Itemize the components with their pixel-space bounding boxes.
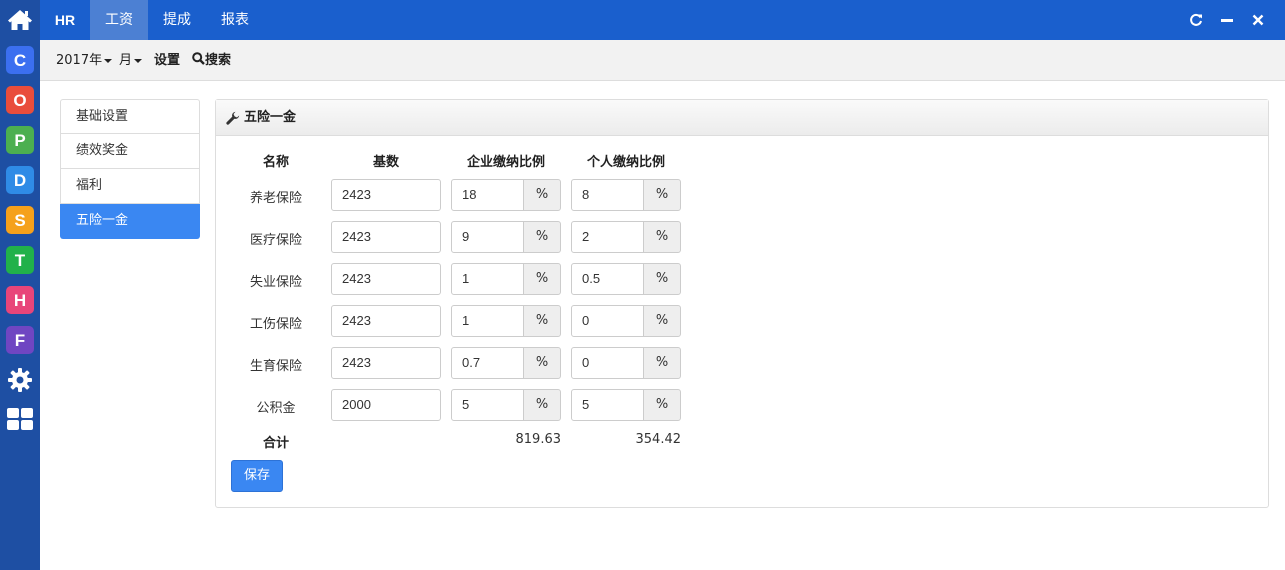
sidemenu-item-basic-settings[interactable]: 基础设置: [60, 99, 200, 134]
app-tile-h[interactable]: H: [6, 286, 34, 314]
base-input[interactable]: 2423: [331, 179, 441, 211]
total-label: 合计: [262, 436, 289, 451]
search-button[interactable]: 搜索: [192, 52, 231, 70]
personal-rate-input-group: 8%: [571, 179, 681, 211]
personal-rate-input[interactable]: 8: [571, 179, 644, 211]
company-rate-input-group: 1%: [451, 305, 561, 337]
minimize-icon[interactable]: [1219, 12, 1235, 28]
base-input[interactable]: 2423: [331, 347, 441, 379]
settings-button[interactable]: 设置: [154, 52, 180, 70]
social-insurance-panel: 五险一金 名称 基数 企业缴纳比例 个人缴纳比例 养老保险 2423 18% 8% 医疗…: [215, 99, 1269, 508]
company-rate-input[interactable]: 9: [451, 221, 524, 253]
app-tile-c[interactable]: C: [6, 46, 34, 74]
side-menu: 基础设置 绩效奖金 福利 五险一金: [60, 99, 200, 239]
personal-rate-input[interactable]: 5: [571, 389, 644, 421]
company-rate-input[interactable]: 1: [451, 263, 524, 295]
sidemenu-item-welfare[interactable]: 福利: [60, 169, 200, 204]
percent-addon: %: [643, 305, 681, 337]
company-rate-input[interactable]: 18: [451, 179, 524, 211]
gear-icon[interactable]: [6, 366, 34, 394]
month-dropdown[interactable]: 月: [119, 52, 143, 70]
top-bar: HR 工资 提成 报表: [40, 0, 1285, 40]
caret-down-icon: [104, 58, 113, 63]
app-tile-s[interactable]: S: [6, 206, 34, 234]
app-tile-p[interactable]: P: [6, 126, 34, 154]
row-name-label: 失业保险: [249, 275, 302, 290]
tab-salary[interactable]: 工资: [90, 0, 148, 40]
personal-rate-input-group: 0%: [571, 305, 681, 337]
base-input[interactable]: 2423: [331, 263, 441, 295]
tab-report[interactable]: 报表: [206, 0, 264, 40]
row-name-label: 工伤保险: [249, 317, 302, 332]
app-rail: COPDSTHF: [0, 0, 40, 570]
percent-addon: %: [523, 221, 561, 253]
year-dropdown[interactable]: 2017年: [56, 52, 113, 70]
row-name-label: 养老保险: [249, 191, 302, 206]
row-name-label: 公积金: [256, 401, 296, 416]
sidemenu-item-performance-bonus[interactable]: 绩效奖金: [60, 134, 200, 169]
company-rate-input-group: 9%: [451, 221, 561, 253]
company-rate-input-group: 0.7%: [451, 347, 561, 379]
refresh-icon[interactable]: [1188, 12, 1204, 28]
brand-label: HR: [54, 12, 76, 28]
personal-rate-input[interactable]: 0: [571, 305, 644, 337]
percent-addon: %: [643, 389, 681, 421]
company-rate-input-group: 18%: [451, 179, 561, 211]
column-header-name: 名称: [262, 155, 289, 170]
sub-toolbar: 2017年 月 设置 搜索: [40, 40, 1285, 81]
app-tile-d[interactable]: D: [6, 166, 34, 194]
personal-rate-input[interactable]: 2: [571, 221, 644, 253]
sidemenu-item-social-insurance[interactable]: 五险一金: [60, 204, 200, 239]
apps-grid-icon[interactable]: [6, 405, 34, 433]
app-tile-f[interactable]: F: [6, 326, 34, 354]
wrench-icon: [226, 111, 240, 125]
home-icon[interactable]: [6, 6, 34, 34]
base-input[interactable]: 2423: [331, 305, 441, 337]
panel-title: 五险一金: [244, 110, 297, 125]
tab-commission[interactable]: 提成: [148, 0, 206, 40]
percent-addon: %: [523, 347, 561, 379]
percent-addon: %: [523, 389, 561, 421]
total-company-value: 819.63: [515, 432, 562, 447]
personal-rate-input[interactable]: 0: [571, 347, 644, 379]
personal-rate-input-group: 5%: [571, 389, 681, 421]
percent-addon: %: [523, 263, 561, 295]
percent-addon: %: [643, 347, 681, 379]
search-icon: [192, 52, 205, 65]
app-tile-o[interactable]: O: [6, 86, 34, 114]
percent-addon: %: [643, 179, 681, 211]
save-button[interactable]: 保存: [231, 460, 283, 492]
column-header-base: 基数: [372, 155, 399, 170]
company-rate-input-group: 1%: [451, 263, 561, 295]
caret-down-icon: [134, 58, 143, 63]
company-rate-input[interactable]: 0.7: [451, 347, 524, 379]
panel-header: 五险一金: [216, 100, 1268, 136]
company-rate-input[interactable]: 1: [451, 305, 524, 337]
column-header-personal-rate: 个人缴纳比例: [586, 155, 665, 170]
percent-addon: %: [523, 179, 561, 211]
company-rate-input[interactable]: 5: [451, 389, 524, 421]
personal-rate-input-group: 2%: [571, 221, 681, 253]
row-name-label: 生育保险: [249, 359, 302, 374]
app-tile-t[interactable]: T: [6, 246, 34, 274]
percent-addon: %: [643, 221, 681, 253]
personal-rate-input-group: 0%: [571, 347, 681, 379]
personal-rate-input[interactable]: 0.5: [571, 263, 644, 295]
company-rate-input-group: 5%: [451, 389, 561, 421]
total-personal-value: 354.42: [635, 432, 682, 447]
column-header-company-rate: 企业缴纳比例: [466, 155, 545, 170]
row-name-label: 医疗保险: [249, 233, 302, 248]
percent-addon: %: [523, 305, 561, 337]
base-input[interactable]: 2423: [331, 221, 441, 253]
close-icon[interactable]: [1250, 12, 1266, 28]
base-input[interactable]: 2000: [331, 389, 441, 421]
percent-addon: %: [643, 263, 681, 295]
personal-rate-input-group: 0.5%: [571, 263, 681, 295]
